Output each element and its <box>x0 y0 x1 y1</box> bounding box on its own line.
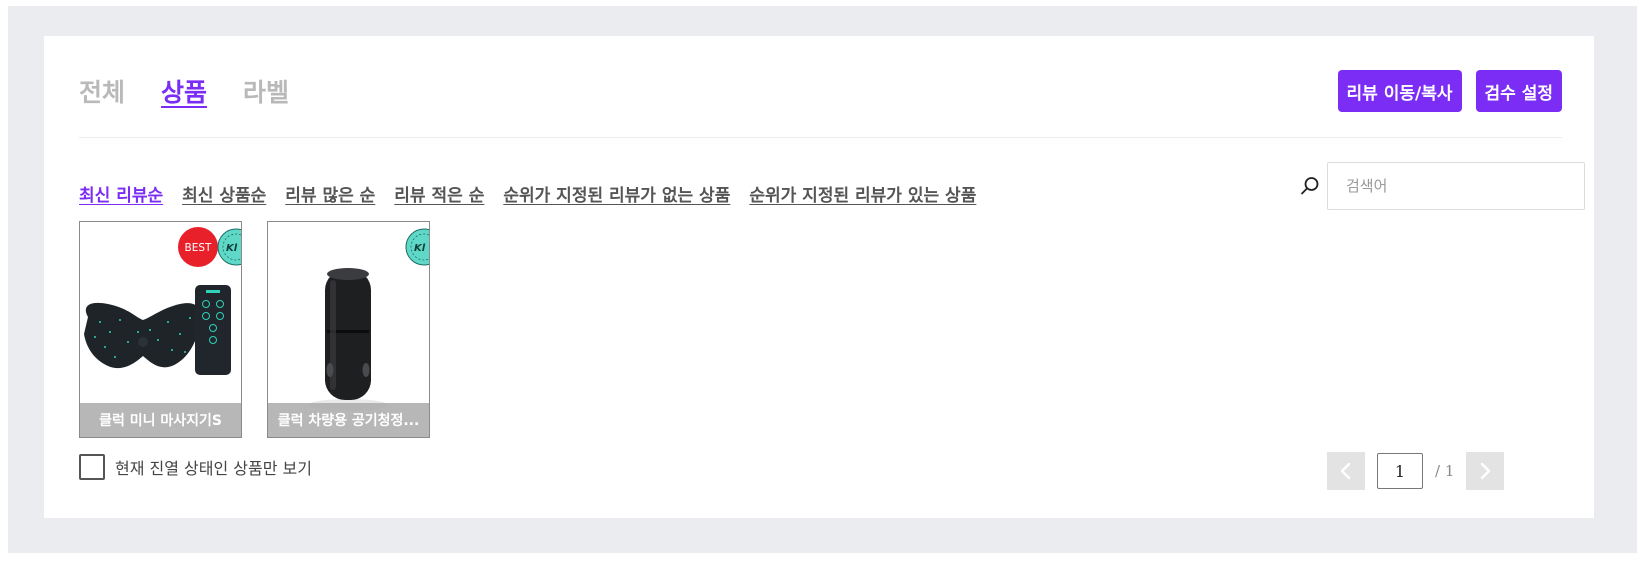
sort-latest-review[interactable]: 최신 리뷰순 <box>79 181 163 206</box>
sort-latest-product[interactable]: 최신 상품순 <box>182 181 266 206</box>
product-card[interactable]: Kl 클럭 차량용 공기청정... <box>267 221 430 438</box>
search-icon[interactable] <box>1299 175 1321 197</box>
top-actions: 리뷰 이동/복사 검수 설정 <box>1337 70 1562 112</box>
sort-has-ranked-reviews[interactable]: 순위가 지정된 리뷰가 있는 상품 <box>749 181 976 206</box>
review-settings-button[interactable]: 검수 설정 <box>1475 70 1562 112</box>
chevron-right-icon <box>1481 462 1491 480</box>
product-name: 클럭 미니 마사지기S <box>80 403 241 437</box>
sort-fewest-reviews[interactable]: 리뷰 적은 순 <box>394 181 484 206</box>
svg-text:Kl: Kl <box>226 243 238 254</box>
page-total: / 1 <box>1435 462 1455 480</box>
product-name: 클럭 차량용 공기청정... <box>268 403 429 437</box>
display-status-checkbox[interactable] <box>79 454 105 480</box>
sort-options: 최신 리뷰순 최신 상품순 리뷰 많은 순 리뷰 적은 순 순위가 지정된 리뷰… <box>79 181 976 206</box>
svg-text:Kl: Kl <box>414 243 426 254</box>
tab-labels[interactable]: 라벨 <box>243 76 289 110</box>
product-grid: BEST Kl 클럭 미니 마사지기S Kl 클럭 차량용 공기청정... <box>79 221 430 438</box>
product-card[interactable]: BEST Kl 클럭 미니 마사지기S <box>79 221 242 438</box>
search-input[interactable] <box>1327 162 1585 210</box>
page-number-input[interactable] <box>1377 453 1423 489</box>
next-page-button[interactable] <box>1466 452 1505 490</box>
move-copy-review-button[interactable]: 리뷰 이동/복사 <box>1337 70 1462 112</box>
pagination: / 1 <box>1327 452 1505 490</box>
sort-no-ranked-reviews[interactable]: 순위가 지정된 리뷰가 없는 상품 <box>503 181 730 206</box>
display-status-filter[interactable]: 현재 진열 상태인 상품만 보기 <box>79 454 312 480</box>
best-badge-text: BEST <box>185 242 213 254</box>
page-background: 전체 상품 라벨 리뷰 이동/복사 검수 설정 최신 리뷰순 최신 상품순 리뷰… <box>8 6 1637 553</box>
review-panel: 전체 상품 라벨 리뷰 이동/복사 검수 설정 최신 리뷰순 최신 상품순 리뷰… <box>44 36 1594 518</box>
tab-products[interactable]: 상품 <box>161 76 207 110</box>
prev-page-button[interactable] <box>1327 452 1365 490</box>
view-tabs: 전체 상품 라벨 <box>79 76 289 110</box>
tab-all[interactable]: 전체 <box>79 76 125 110</box>
search-bar <box>1299 162 1585 210</box>
sort-most-reviews[interactable]: 리뷰 많은 순 <box>285 181 375 206</box>
chevron-left-icon <box>1340 462 1351 480</box>
display-status-filter-label: 현재 진열 상태인 상품만 보기 <box>115 459 312 478</box>
divider <box>79 137 1562 138</box>
